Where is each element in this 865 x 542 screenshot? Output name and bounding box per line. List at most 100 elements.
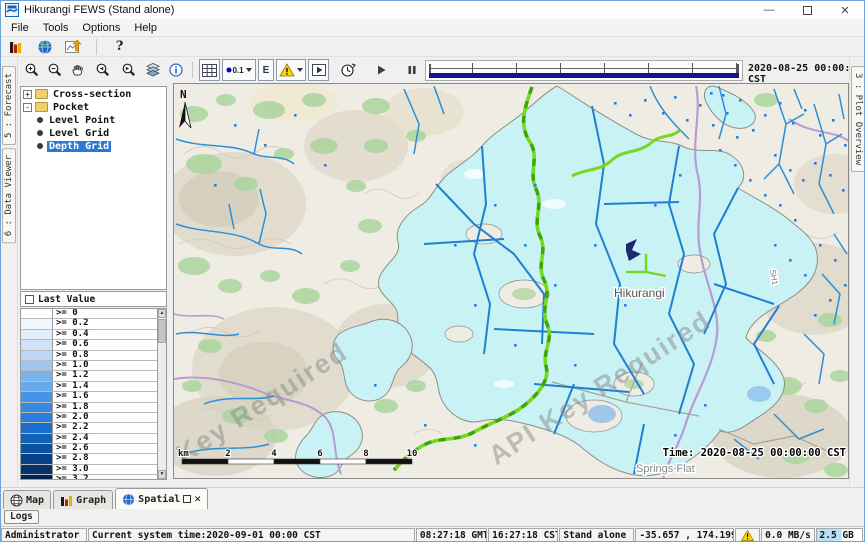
legend-class-label: >= 2.4 [53,434,89,443]
time-slider-range-bar[interactable] [429,73,739,78]
node-bullet-icon [37,130,43,136]
tree-node-cross-section[interactable]: + Cross-section [21,88,166,100]
legend-row[interactable]: >= 1.8 [21,403,157,413]
legend-row[interactable]: >= 2.8 [21,454,157,464]
folder-icon [35,89,48,99]
time-slider[interactable] [425,60,743,81]
status-memory-gauge[interactable]: 2.5 GB [816,528,864,542]
menu-options[interactable]: Options [76,20,126,36]
play-button[interactable] [370,59,391,81]
legend-class-label: >= 3.2 [53,475,89,479]
zoom-out-button[interactable] [44,59,65,81]
tab-graph[interactable]: Graph [53,490,113,509]
legend-row[interactable]: >= 2.6 [21,444,157,454]
tab-close-icon[interactable]: ✕ [194,495,201,503]
close-button[interactable]: ✕ [826,1,864,19]
legend-row[interactable]: >= 1.0 [21,361,157,371]
legend-class-label: >= 1.4 [53,382,89,391]
menu-file[interactable]: File [5,20,35,36]
tree-node-pocket[interactable]: - Pocket [21,101,166,113]
svg-text:6: 6 [317,449,322,459]
time-slider-rail [429,68,739,69]
grid-display-button[interactable] [199,59,220,81]
zoom-next-button[interactable] [116,59,140,81]
legend-class-label: >= 2.0 [53,413,89,422]
zoom-in-button[interactable] [21,59,42,81]
toolbar-datetime: 2020-08-25 00:00:00 CST [748,63,864,85]
legend-row[interactable]: >= 0.4 [21,330,157,340]
svg-text:km: km [178,449,189,459]
legend-row[interactable]: >= 0 [21,309,157,319]
tab-map[interactable]: Map [3,490,51,509]
display-tab-bar: Map Graph Spatial ✕ [1,487,864,509]
label-tool-button[interactable]: E [258,59,274,81]
warning-icon [741,530,754,541]
right-tab-strip: 3 : Plot Overview [849,57,865,487]
scrollbar-thumb[interactable] [158,319,166,343]
last-value-checkbox[interactable] [25,295,34,304]
legend-class-label: >= 0.4 [53,330,89,339]
scroll-down-icon[interactable]: ▼ [158,470,166,479]
layers-icon [145,62,161,78]
expand-icon[interactable]: + [23,90,32,99]
legend-row[interactable]: >= 2.0 [21,413,157,423]
legend-scrollbar[interactable]: ▲ ▼ [157,309,166,479]
tree-node-level-grid[interactable]: Level Grid [21,127,166,139]
legend-table: >= 0>= 0.2 >= 0.4>= 0.6>= 0.8>= 1.0>= 1.2… [20,308,167,480]
animation-window-button[interactable] [308,59,329,81]
toolbar-separator [192,62,193,78]
timeseries-dialog-button[interactable] [63,36,84,58]
scroll-up-icon[interactable]: ▲ [158,309,166,318]
legend-row[interactable]: >= 2.2 [21,423,157,433]
collapse-icon[interactable]: - [23,103,32,112]
help-button[interactable]: ? [109,36,130,58]
warning-icon [279,63,295,77]
info-button[interactable] [165,59,186,81]
zoom-previous-button[interactable] [90,59,114,81]
legend-row[interactable]: >= 1.4 [21,382,157,392]
pan-button[interactable] [67,59,88,81]
layers-button[interactable] [142,59,163,81]
legend-row[interactable]: >= 1.6 [21,392,157,402]
legend-row[interactable]: >= 2.4 [21,434,157,444]
logs-button[interactable]: Logs [4,510,39,524]
status-warning-cell[interactable] [735,528,760,542]
maximize-button[interactable] [788,1,826,19]
animation-settings-button[interactable] [337,59,358,81]
legend-row[interactable]: >= 0.6 [21,340,157,350]
legend-class-label: >= 2.2 [53,423,89,432]
menu-tools[interactable]: Tools [37,20,75,36]
play-icon [374,63,388,77]
legend-row[interactable]: >= 3.2 [21,475,157,479]
time-slider-end-cap [737,64,739,73]
tree-node-level-point[interactable]: Level Point [21,114,166,126]
map-canvas: API Key Required API Key Required Hikura… [174,84,849,479]
legend-row[interactable]: >= 0.2 [21,319,157,329]
warning-thresholds-dropdown[interactable] [276,59,306,81]
archive-button[interactable] [5,36,26,58]
archive-icon [8,39,24,55]
tab-forecast[interactable]: 5 : Forecast [2,66,16,145]
legend-class-label: >= 0.2 [53,319,89,328]
map-view[interactable]: API Key Required API Key Required Hikura… [173,83,849,479]
legend-row[interactable]: >= 1.2 [21,371,157,381]
minimize-button[interactable]: — [750,1,788,19]
tab-plot-overview[interactable]: 3 : Plot Overview [851,66,865,172]
legend-row[interactable]: >= 3.0 [21,465,157,475]
tab-spatial[interactable]: Spatial ✕ [115,488,208,509]
window-title: Hikurangi FEWS (Stand alone) [24,4,174,16]
legend-row[interactable]: >= 0.8 [21,351,157,361]
pause-button[interactable] [401,59,422,81]
tab-restore-icon[interactable] [183,495,191,503]
tab-data-viewer[interactable]: 6 : Data Viewer [2,148,16,243]
legend-color-swatch [21,444,53,453]
tree-node-depth-grid[interactable]: Depth Grid [21,140,166,152]
legend-class-label: >= 1.8 [53,403,89,412]
status-local-time: 16:27:18 CST [488,528,558,542]
contour-interval-dropdown[interactable]: 0.1 [222,59,256,81]
menu-help[interactable]: Help [128,20,163,36]
legend-color-swatch [21,434,53,443]
status-gmt-time: 08:27:18 GMT [416,528,487,542]
map-display-button[interactable] [34,36,55,58]
svg-text:10: 10 [407,449,418,459]
